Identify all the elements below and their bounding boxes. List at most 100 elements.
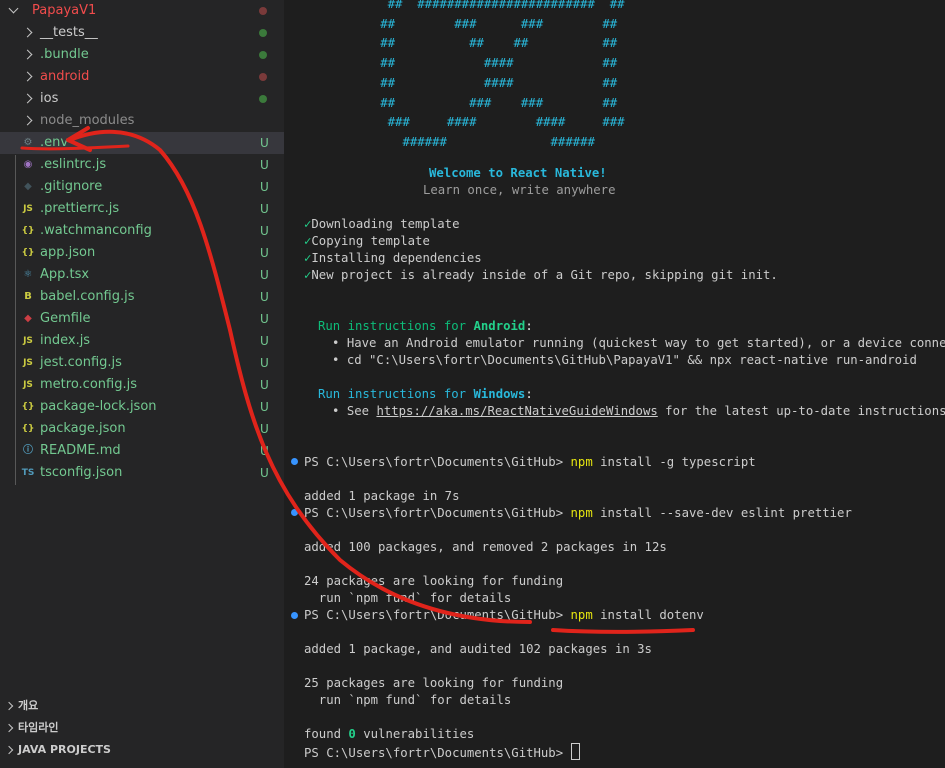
ascii-logo-line: ## ## ## ## [284,36,618,51]
file-label: .prettierrc.js [40,201,120,216]
json-icon: {} [21,402,35,412]
git-untracked-badge: U [260,180,269,194]
android-bullet: • Have an Android emulator running (quic… [332,336,945,350]
terminal-panel[interactable]: ## ######################## ## ## ### ##… [284,0,945,768]
windows-run-heading: Run instructions for Windows: [318,387,533,401]
output-line: added 1 package, and audited 102 package… [304,642,652,656]
git-untracked-badge: U [260,400,269,414]
git-untracked-badge: U [260,246,269,260]
folder-item[interactable]: __tests__ [0,22,284,44]
output-line: added 100 packages, and removed 2 packag… [304,540,667,554]
folder-label: PapayaV1 [32,3,97,18]
file-label: .watchmanconfig [40,223,152,238]
chevron-right-icon [22,27,33,38]
ascii-logo-line: ## ### ### ## [284,16,618,31]
android-bullet: • cd "C:\Users\fortr\Documents\GitHub\Pa… [332,353,917,367]
file-label: babel.config.js [40,289,135,304]
file-item[interactable]: Bbabel.config.js U [0,286,284,308]
command-decoration-dot[interactable] [291,509,298,516]
chevron-right-icon [22,71,33,82]
git-status-dot [259,95,267,103]
file-item[interactable]: {} .watchmanconfig U [0,220,284,242]
file-item[interactable]: ⓘ README.md U [0,440,284,462]
file-item[interactable]: {} package.json U [0,418,284,440]
git-status-dot [259,29,267,37]
command-line: PS C:\Users\fortr\Documents\GitHub> npm … [304,455,756,469]
folder-item[interactable]: android [0,66,284,88]
file-item[interactable]: ⚙ .env U [0,132,284,154]
ts-icon: TS [21,468,35,478]
git-untracked-badge: U [260,224,269,238]
explorer-panel: PapayaV1 __tests__ .bundle android ios node_… [0,0,284,768]
git-untracked-badge: U [260,466,269,480]
json-icon: {} [21,248,35,258]
git-untracked-badge: U [260,290,269,304]
chevron-right-icon [4,701,14,711]
file-label: metro.config.js [40,377,137,392]
ascii-logo-line: ###### ###### [284,134,595,149]
git-untracked-badge: U [260,202,269,216]
folder-item[interactable]: ios [0,88,284,110]
git-icon: ◆ [24,181,32,192]
json-icon: {} [21,226,35,236]
file-label: tsconfig.json [40,465,123,480]
react-icon: ⚛ [23,269,33,280]
file-label: package-lock.json [40,399,157,414]
progress-step: ✓Installing dependencies [304,251,482,265]
section-timeline[interactable]: 타임라인 [0,717,284,739]
file-item[interactable]: JS jest.config.js U [0,352,284,374]
file-item[interactable]: JS metro.config.js U [0,374,284,396]
file-label: .gitignore [40,179,103,194]
file-item[interactable]: ◉ .eslintrc.js U [0,154,284,176]
output-line: 24 packages are looking for funding [304,574,564,588]
chevron-right-icon [22,115,33,126]
ascii-logo-line: ## ######################## ## [284,0,625,11]
folder-item[interactable]: .bundle [0,44,284,66]
file-item[interactable]: ◆ Gemfile U [0,308,284,330]
git-untracked-badge: U [260,378,269,392]
file-item[interactable]: JS .prettierrc.js U [0,198,284,220]
ascii-logo-line: ## ### ### ## [284,95,618,110]
ascii-logo-line: ### #### #### ### [284,115,625,130]
folder-label: android [40,69,90,84]
folder-label: ios [40,91,59,106]
folder-label: __tests__ [40,25,98,40]
folder-label: node_modules [40,113,135,128]
js-icon: JS [23,204,33,214]
output-line: run `npm fund` for details [304,591,512,605]
section-outline[interactable]: 개요 [0,695,284,717]
file-label: app.json [40,245,96,260]
folder-root-papayav1[interactable]: PapayaV1 [0,0,284,22]
js-icon: JS [23,336,33,346]
command-decoration-dot[interactable] [291,612,298,619]
git-status-dot [259,7,267,15]
file-item[interactable]: ⚛ App.tsx U [0,264,284,286]
progress-step: ✓Downloading template [304,217,460,231]
section-label: 개요 [18,699,39,712]
git-untracked-badge: U [260,422,269,436]
chevron-right-icon [22,49,33,60]
file-label: index.js [40,333,91,348]
file-item[interactable]: {} app.json U [0,242,284,264]
file-item[interactable]: {} package-lock.json U [0,396,284,418]
file-item[interactable]: JS index.js U [0,330,284,352]
file-item[interactable]: TS tsconfig.json U [0,462,284,484]
file-label: App.tsx [40,267,90,282]
file-label: .eslintrc.js [40,157,107,172]
section-label: JAVA PROJECTS [18,743,111,756]
chevron-right-icon [4,745,14,755]
json-icon: {} [21,424,35,434]
git-untracked-badge: U [260,444,269,458]
section-java-projects[interactable]: JAVA PROJECTS [0,739,284,761]
git-untracked-badge: U [260,158,269,172]
ascii-logo-line: ## #### ## [284,56,618,71]
git-untracked-badge: U [260,136,269,150]
file-item[interactable]: ◆ .gitignore U [0,176,284,198]
js-icon: JS [23,358,33,368]
folder-item[interactable]: node_modules [0,110,284,132]
active-prompt-line[interactable]: PS C:\Users\fortr\Documents\GitHub> [304,743,580,760]
progress-step: ✓New project is already inside of a Git … [304,268,778,282]
command-line: PS C:\Users\fortr\Documents\GitHub> npm … [304,608,704,622]
command-decoration-dot[interactable] [291,458,298,465]
windows-guide-link[interactable]: https://aka.ms/ReactNativeGuideWindows [376,404,657,418]
